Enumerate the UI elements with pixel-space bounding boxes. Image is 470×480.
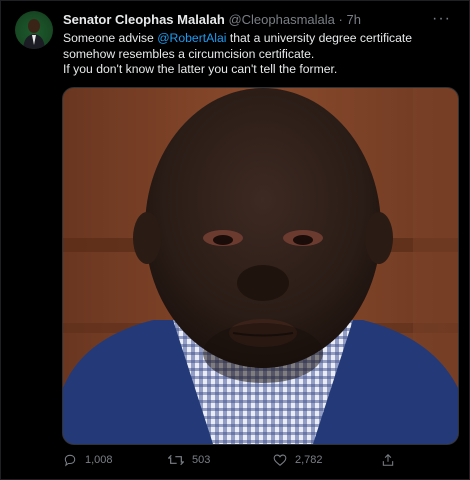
author-name[interactable]: Senator Cleophas Malalah <box>63 12 225 27</box>
tweet-timestamp[interactable]: 7h <box>346 12 360 27</box>
tweet-text: Someone advise @RobertAlai that a univer… <box>63 31 455 78</box>
tweet-card[interactable]: Senator Cleophas Malalah @Cleophasmalala… <box>0 0 470 480</box>
share-button[interactable] <box>381 453 395 467</box>
mention-link[interactable]: @RobertAlai <box>157 31 226 45</box>
reply-button[interactable]: 1,008 <box>63 453 113 467</box>
like-count: 2,782 <box>295 454 323 466</box>
reply-icon <box>64 454 76 467</box>
retweet-count: 503 <box>192 454 211 466</box>
author-handle[interactable]: @Cleophasmalala <box>228 12 334 27</box>
heart-icon <box>273 454 287 466</box>
like-button[interactable]: 2,782 <box>273 453 323 467</box>
share-icon <box>382 454 394 466</box>
tweet-image[interactable] <box>62 87 459 445</box>
retweet-icon <box>168 454 184 466</box>
separator-dot: · <box>338 12 343 27</box>
avatar-photo <box>23 19 45 49</box>
retweet-button[interactable]: 503 <box>168 453 210 467</box>
reply-count: 1,008 <box>85 454 113 466</box>
tweet-text-part1: Someone advise <box>63 31 158 45</box>
tweet-photo <box>63 88 458 444</box>
avatar[interactable] <box>15 11 53 49</box>
tweet-actions: 1,008 503 2,782 <box>63 453 455 471</box>
tweet-header: Senator Cleophas Malalah @Cleophasmalala… <box>63 12 439 30</box>
tweet-text-line2: If you don't know the latter you can't t… <box>63 62 338 76</box>
more-icon[interactable]: ··· <box>432 10 451 28</box>
